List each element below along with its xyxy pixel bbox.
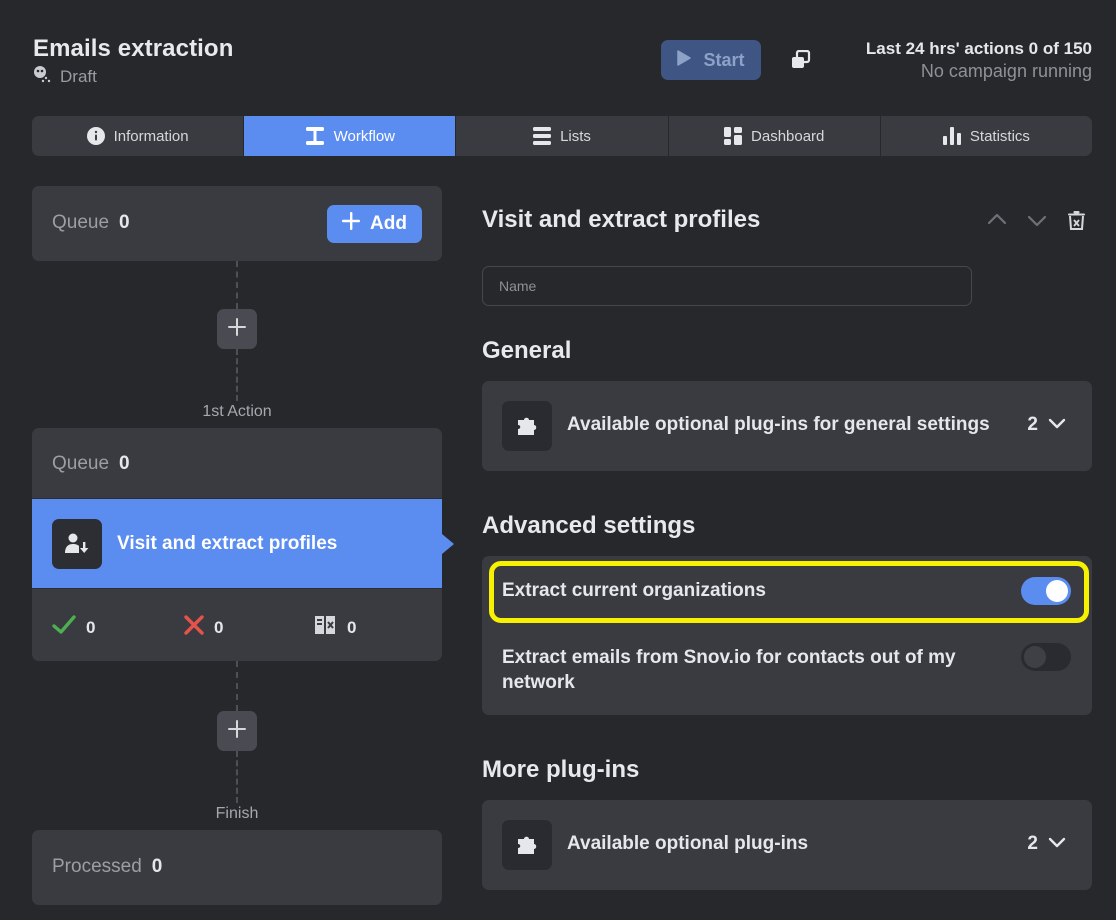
move-down-icon[interactable] bbox=[1027, 214, 1047, 233]
general-plugins-label: Available optional plug-ins for general … bbox=[567, 414, 990, 435]
tab-workflow[interactable]: Workflow bbox=[244, 116, 457, 156]
insert-step-button[interactable] bbox=[217, 309, 257, 349]
plus-icon bbox=[228, 719, 246, 743]
plus-icon bbox=[342, 212, 361, 236]
more-plugins-dropdown[interactable]: Available optional plug-ins 2 bbox=[482, 800, 1092, 890]
cross-icon bbox=[184, 615, 204, 640]
action-queue-summary: Queue 0 bbox=[52, 453, 130, 475]
processed-label: Processed bbox=[52, 856, 142, 877]
skip-icon bbox=[313, 615, 337, 640]
general-plugins-dropdown[interactable]: Available optional plug-ins for general … bbox=[482, 381, 1092, 471]
success-count: 0 bbox=[86, 617, 96, 637]
finish-label: Finish bbox=[215, 805, 259, 822]
campaign-running-status: No campaign running bbox=[920, 61, 1092, 81]
bar-chart-icon bbox=[942, 127, 961, 145]
chevron-down-icon bbox=[1048, 414, 1066, 436]
processed-count: 0 bbox=[151, 856, 163, 877]
action-step-label: Visit and extract profiles bbox=[117, 533, 338, 554]
failed-count: 0 bbox=[214, 617, 224, 637]
action-step-visit-extract[interactable]: Visit and extract profiles bbox=[32, 498, 442, 589]
processed-summary: Processed 0 bbox=[52, 856, 162, 878]
extract-emails-toggle[interactable] bbox=[1021, 643, 1071, 671]
tab-dashboard[interactable]: Dashboard bbox=[669, 116, 881, 156]
move-up-icon[interactable] bbox=[987, 212, 1007, 231]
dashboard-icon bbox=[724, 127, 743, 145]
queue-card: Queue 0 Add bbox=[32, 186, 442, 261]
queue-count: 0 bbox=[119, 453, 130, 474]
more-plugins-label: Available optional plug-ins bbox=[567, 833, 809, 854]
chevron-down-icon bbox=[1048, 833, 1066, 855]
duplicate-icon[interactable] bbox=[789, 49, 813, 71]
flow-connector bbox=[236, 349, 238, 401]
failed-stat: 0 bbox=[184, 615, 223, 640]
skipped-count: 0 bbox=[347, 617, 357, 637]
insert-step-button[interactable] bbox=[217, 711, 257, 751]
selected-step-pointer bbox=[442, 534, 454, 554]
info-icon bbox=[86, 127, 105, 145]
extract-emails-label: Extract emails from Snov.io for contacts… bbox=[502, 647, 956, 693]
tab-lists[interactable]: Lists bbox=[456, 116, 669, 156]
highlight-box bbox=[489, 561, 1089, 623]
puzzle-icon bbox=[502, 401, 552, 451]
general-plugins-count: 2 bbox=[1027, 414, 1066, 436]
general-heading: General bbox=[482, 337, 572, 364]
more-plugins-heading: More plug-ins bbox=[482, 756, 640, 783]
tab-bar: Information Workflow Lists Dashboard Sta… bbox=[32, 116, 1092, 156]
puzzle-icon bbox=[502, 820, 552, 870]
processed-card: Processed 0 bbox=[32, 830, 442, 905]
queue-count: 0 bbox=[119, 212, 130, 233]
flow-connector bbox=[236, 661, 238, 711]
flow-connector bbox=[236, 751, 238, 803]
check-icon bbox=[52, 615, 76, 640]
queue-label: Queue bbox=[52, 212, 110, 233]
more-plugins-count: 2 bbox=[1027, 833, 1066, 855]
trash-icon[interactable] bbox=[1068, 211, 1085, 235]
workflow-icon bbox=[305, 127, 325, 145]
start-label: Start bbox=[703, 49, 745, 70]
add-label: Add bbox=[370, 213, 407, 234]
first-action-label: 1st Action bbox=[202, 403, 272, 420]
daily-actions-counter: Last 24 hrs' actions 0 of 150 bbox=[865, 39, 1092, 58]
queue-label: Queue bbox=[52, 453, 110, 474]
step-title: Visit and extract profiles bbox=[482, 206, 761, 233]
success-stat: 0 bbox=[52, 615, 95, 640]
user-download-icon bbox=[52, 519, 102, 569]
add-button[interactable]: Add bbox=[327, 205, 422, 243]
flow-connector bbox=[236, 261, 238, 309]
list-icon bbox=[533, 127, 552, 145]
campaign-title: Emails extraction bbox=[33, 35, 234, 62]
skipped-stat: 0 bbox=[313, 615, 356, 640]
tab-statistics[interactable]: Statistics bbox=[881, 116, 1092, 156]
plus-icon bbox=[228, 317, 246, 341]
play-icon bbox=[677, 49, 692, 71]
action-card: Queue 0 Visit and extract profiles 0 0 0 bbox=[32, 428, 442, 661]
tab-information[interactable]: Information bbox=[32, 116, 245, 156]
queue-summary: Queue 0 bbox=[52, 212, 130, 234]
start-button[interactable]: Start bbox=[661, 40, 761, 80]
toggle-knob bbox=[1024, 646, 1046, 668]
campaign-status: Draft bbox=[32, 64, 97, 89]
draft-icon bbox=[32, 64, 52, 89]
step-name-input[interactable] bbox=[482, 266, 972, 306]
advanced-settings-heading: Advanced settings bbox=[482, 512, 696, 539]
status-text: Draft bbox=[60, 66, 97, 86]
